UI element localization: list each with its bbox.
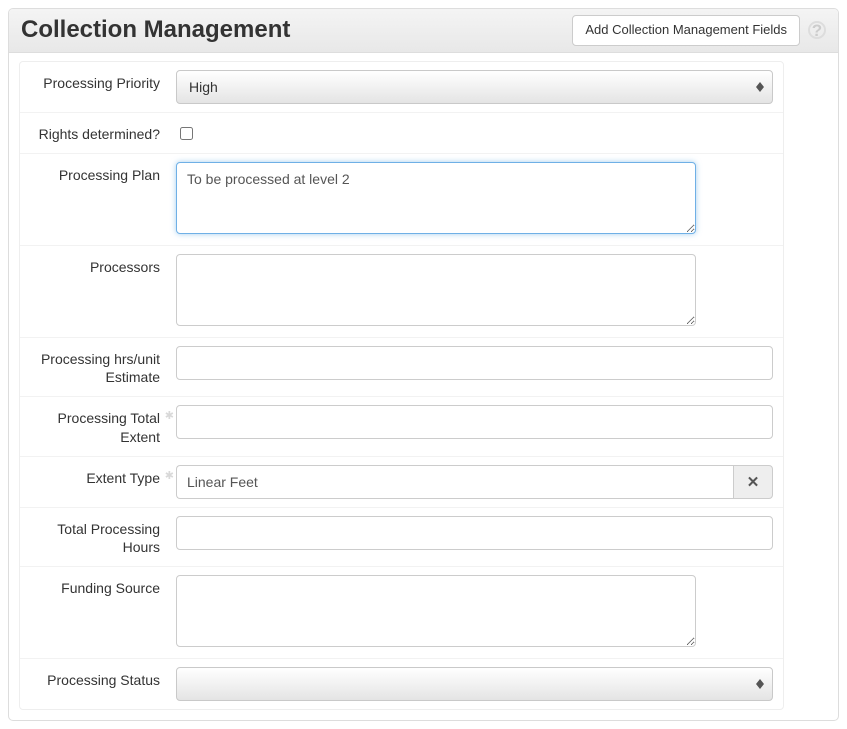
field-total-processing-hours — [170, 508, 783, 558]
collection-management-form: Processing Priority High Rights dete — [19, 61, 784, 710]
panel-body: Processing Priority High Rights dete — [9, 53, 838, 720]
processing-plan-textarea[interactable] — [176, 162, 696, 234]
extent-type-combo: ✕ — [176, 465, 773, 499]
processing-priority-value: High — [189, 79, 218, 95]
gear-icon: ✱ — [164, 471, 174, 481]
field-processing-status — [170, 659, 783, 709]
label-processing-plan: Processing Plan — [20, 154, 170, 194]
panel-title: Collection Management — [21, 16, 290, 44]
row-processors: Processors — [20, 245, 783, 337]
label-processors: Processors — [20, 246, 170, 286]
row-extent-type: Extent Type ✱ ✕ — [20, 456, 783, 507]
processors-textarea[interactable] — [176, 254, 696, 326]
field-funding-source — [170, 567, 783, 658]
processing-total-extent-input[interactable] — [176, 405, 773, 439]
label-funding-source: Funding Source — [20, 567, 170, 607]
field-extent-type: ✕ — [170, 457, 783, 507]
row-processing-total-extent: Processing Total Extent ✱ — [20, 396, 783, 455]
row-processing-plan: Processing Plan — [20, 153, 783, 245]
panel-header: Collection Management Add Collection Man… — [9, 9, 838, 53]
field-processing-plan — [170, 154, 783, 245]
help-icon[interactable]: ? — [808, 21, 826, 39]
label-processing-priority: Processing Priority — [20, 62, 170, 102]
row-processing-hrs-unit-estimate: Processing hrs/unit Estimate — [20, 337, 783, 396]
rights-determined-checkbox[interactable] — [180, 127, 193, 140]
label-processing-status: Processing Status — [20, 659, 170, 699]
extent-type-clear-button[interactable]: ✕ — [733, 465, 773, 499]
row-processing-status: Processing Status — [20, 658, 783, 709]
label-extent-type-text: Extent Type — [86, 470, 160, 486]
field-processing-hrs-unit-estimate — [170, 338, 783, 388]
total-processing-hours-input[interactable] — [176, 516, 773, 550]
label-processing-hrs-unit-estimate: Processing hrs/unit Estimate — [20, 338, 170, 396]
label-processing-total-extent: Processing Total Extent ✱ — [20, 397, 170, 455]
row-processing-priority: Processing Priority High — [20, 62, 783, 112]
funding-source-textarea[interactable] — [176, 575, 696, 647]
processing-priority-select[interactable]: High — [176, 70, 773, 104]
row-rights-determined: Rights determined? — [20, 112, 783, 153]
panel-header-actions: Add Collection Management Fields ? — [572, 15, 826, 46]
field-processing-total-extent — [170, 397, 783, 447]
row-funding-source: Funding Source — [20, 566, 783, 658]
add-collection-management-fields-button[interactable]: Add Collection Management Fields — [572, 15, 800, 46]
field-rights-determined — [170, 113, 783, 151]
collection-management-panel: Collection Management Add Collection Man… — [8, 8, 839, 721]
row-total-processing-hours: Total Processing Hours — [20, 507, 783, 566]
select-arrows-icon — [756, 679, 764, 689]
close-icon: ✕ — [747, 473, 760, 491]
label-total-processing-hours: Total Processing Hours — [20, 508, 170, 566]
processing-hrs-unit-estimate-input[interactable] — [176, 346, 773, 380]
field-processors — [170, 246, 783, 337]
extent-type-input[interactable] — [176, 465, 733, 499]
form-wrapper: Processing Priority High Rights dete — [19, 61, 828, 710]
processing-status-select[interactable] — [176, 667, 773, 701]
field-processing-priority: High — [170, 62, 783, 112]
gear-icon: ✱ — [164, 411, 174, 421]
label-processing-total-extent-text: Processing Total Extent — [58, 410, 160, 444]
select-arrows-icon — [756, 82, 764, 92]
label-rights-determined: Rights determined? — [20, 113, 170, 153]
label-extent-type: Extent Type ✱ — [20, 457, 170, 497]
